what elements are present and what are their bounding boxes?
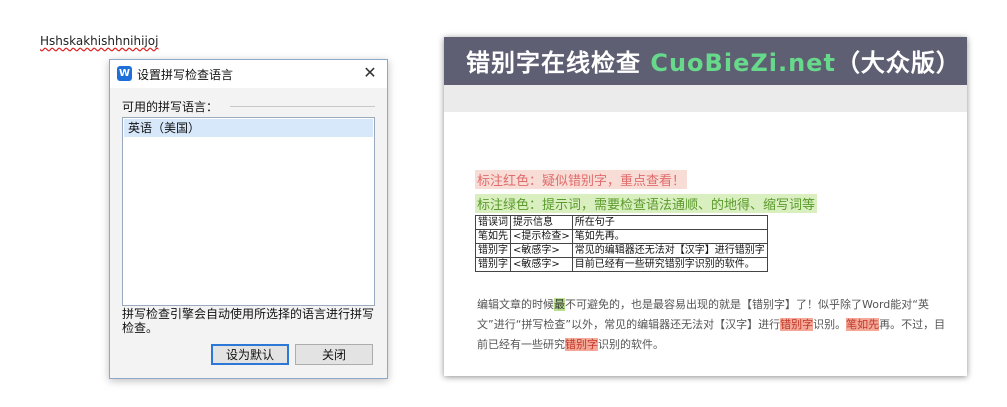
table-cell: <提示检查> (510, 229, 573, 244)
table-row: 错别字 <敏感字> 常见的编辑器还无法对【汉字】进行错别字 (475, 243, 768, 258)
table-cell: 笔如先再。 (571, 229, 768, 244)
site-title-cn: 错别字在线检查 (466, 49, 641, 77)
table-header: 错误词 (475, 215, 511, 230)
legend-red: 标注红色：疑似错别字，重点查看！ (475, 170, 688, 189)
table-cell: 笔如先 (475, 229, 511, 244)
highlight-red: 错别字 (780, 318, 814, 331)
document-text: Hshskakhishhnihijoj (40, 34, 159, 48)
table-cell: 常见的编辑器还无法对【汉字】进行错别字 (571, 243, 768, 258)
spellcheck-note: 拼写检查引擎会自动使用所选择的语言进行拼写检查。 (122, 307, 375, 335)
close-icon[interactable]: ✕ (359, 62, 381, 84)
spellcheck-language-dialog: 设置拼写检查语言 ✕ 可用的拼写语言： 英语（美国） 拼写检查引擎会自动使用所选… (109, 59, 388, 379)
legend-green: 标注绿色：提示词，需要检查语法通顺、的地得、缩写词等 (475, 194, 818, 213)
language-item-english-us[interactable]: 英语（美国） (124, 119, 373, 137)
set-default-button[interactable]: 设为默认 (211, 344, 289, 365)
site-title-en: CuoBieZi.net (650, 49, 836, 77)
table-cell: 错别字 (475, 257, 511, 272)
site-header: 错别字在线检查 CuoBieZi.net（大众版） (444, 37, 967, 85)
site-title: 错别字在线检查 CuoBieZi.net（大众版） (466, 43, 961, 78)
text-segment: 识别。 (813, 318, 847, 331)
section-divider (230, 106, 375, 107)
table-row: 笔如先 <提示检查> 笔如先再。 (475, 229, 768, 244)
result-table: 错误词 提示信息 所在句子 笔如先 <提示检查> 笔如先再。 错别字 <敏感字>… (475, 215, 768, 272)
cuobiezi-website: 错别字在线检查 CuoBieZi.net（大众版） 标注红色：疑似错别字，重点查… (444, 37, 967, 376)
checked-article-text: 编辑文章的时候最不可避免的，也是最容易出现的就是【错别字】了！似乎除了Word能… (477, 295, 947, 355)
wps-writer-icon (117, 66, 132, 81)
site-title-suffix: （大众版） (835, 49, 961, 77)
highlight-green: 最 (554, 298, 565, 311)
highlight-red: 笔如先 (846, 318, 880, 331)
table-header: 所在句子 (571, 215, 768, 230)
table-cell: 错别字 (475, 243, 511, 258)
table-cell: 目前已经有一些研究错别字识别的软件。 (571, 257, 768, 272)
table-header-row: 错误词 提示信息 所在句子 (475, 215, 768, 230)
dialog-titlebar: 设置拼写检查语言 ✕ (110, 60, 387, 88)
text-segment: 编辑文章的时候 (477, 298, 554, 311)
dialog-title: 设置拼写检查语言 (137, 68, 234, 82)
close-button[interactable]: 关闭 (295, 344, 373, 365)
table-cell: <敏感字> (510, 257, 573, 272)
site-toolbar (444, 85, 967, 112)
available-languages-label: 可用的拼写语言： (122, 98, 225, 115)
table-header: 提示信息 (510, 215, 573, 230)
table-row: 错别字 <敏感字> 目前已经有一些研究错别字识别的软件。 (475, 257, 768, 272)
highlight-red: 错别字 (565, 338, 598, 351)
text-segment: 识别的软件。 (598, 338, 664, 351)
language-list[interactable]: 英语（美国） (122, 117, 375, 306)
table-cell: <敏感字> (510, 243, 573, 258)
